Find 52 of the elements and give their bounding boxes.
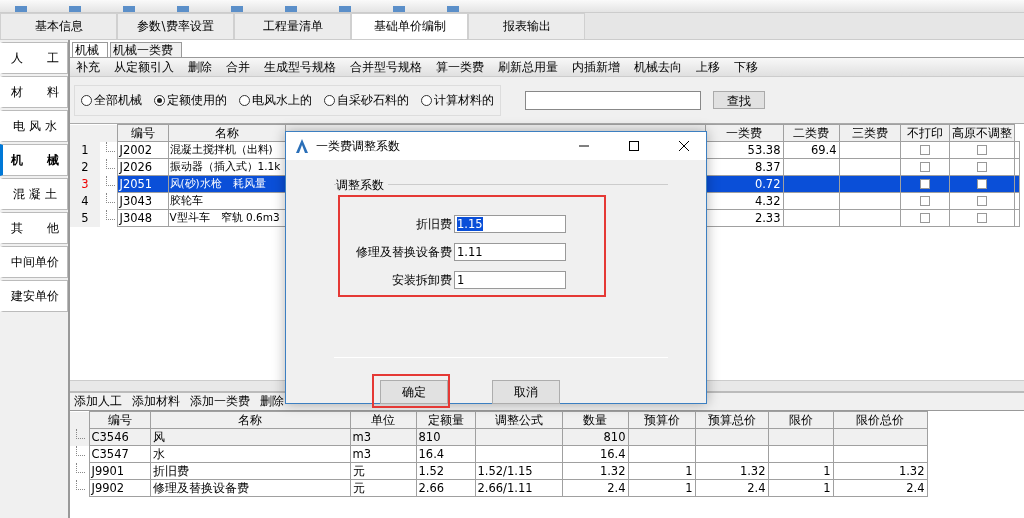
table-cell: 1.52/1.15 <box>475 462 562 480</box>
column-header: 预算价 <box>628 411 695 429</box>
table-cell: 16.4 <box>416 445 475 463</box>
table-cell: 1.32 <box>695 462 768 480</box>
table-cell: 水 <box>150 445 350 463</box>
table-cell: 2.66/1.11 <box>475 479 562 497</box>
table-cell: 1 <box>628 462 695 480</box>
table-cell: J9902 <box>89 479 150 497</box>
table-cell: C3547 <box>89 445 150 463</box>
table-cell: 元 <box>350 479 416 497</box>
column-header: 一类费 <box>705 124 783 142</box>
column-header: 预算总价 <box>695 411 768 429</box>
field-label: 修理及替换设备费 <box>356 243 452 261</box>
table-cell: 修理及替换设备费 <box>150 479 350 497</box>
table-cell: m3 <box>350 445 416 463</box>
table-cell: J3043 <box>117 192 168 210</box>
table-cell: 16.4 <box>562 445 628 463</box>
column-header: 二类费 <box>783 124 839 142</box>
column-header: 名称 <box>168 124 285 142</box>
column-header: 三类费 <box>839 124 900 142</box>
table-cell: 1.32 <box>562 462 628 480</box>
column-header: 名称 <box>150 411 350 429</box>
table-cell: 1.52 <box>416 462 475 480</box>
table-cell: J2002 <box>117 141 168 159</box>
column-header: 限价 <box>768 411 833 429</box>
column-header: 编号 <box>117 124 168 142</box>
table-cell: J9901 <box>89 462 150 480</box>
column-header: 定额量 <box>416 411 475 429</box>
table-cell: 折旧费 <box>150 462 350 480</box>
column-header: 数量 <box>562 411 628 429</box>
column-header: 不打印 <box>900 124 949 142</box>
dialog-title: 一类费调整系数 <box>316 137 401 155</box>
column-header: 限价总价 <box>833 411 927 429</box>
table-cell: 69.4 <box>783 141 839 159</box>
column-header: 编号 <box>89 411 150 429</box>
column-header: 高原不调整 <box>949 124 1014 142</box>
table-cell: 1.32 <box>833 462 927 480</box>
field-label: 安装拆卸费 <box>392 271 452 289</box>
table-cell: 2.4 <box>562 479 628 497</box>
group-title: 调整系数 <box>336 177 388 194</box>
table-cell: J3048 <box>117 209 168 227</box>
table-cell: 1 <box>768 479 833 497</box>
table-cell: 2.4 <box>833 479 927 497</box>
table-cell: 2.4 <box>695 479 768 497</box>
table-cell: J2026 <box>117 158 168 176</box>
field-label: 折旧费 <box>416 215 452 233</box>
table-cell: 1 <box>628 479 695 497</box>
table-cell: 1 <box>768 462 833 480</box>
column-header: 调整公式 <box>475 411 562 429</box>
table-cell: 元 <box>350 462 416 480</box>
column-header: 单位 <box>350 411 416 429</box>
table-cell: 2.66 <box>416 479 475 497</box>
